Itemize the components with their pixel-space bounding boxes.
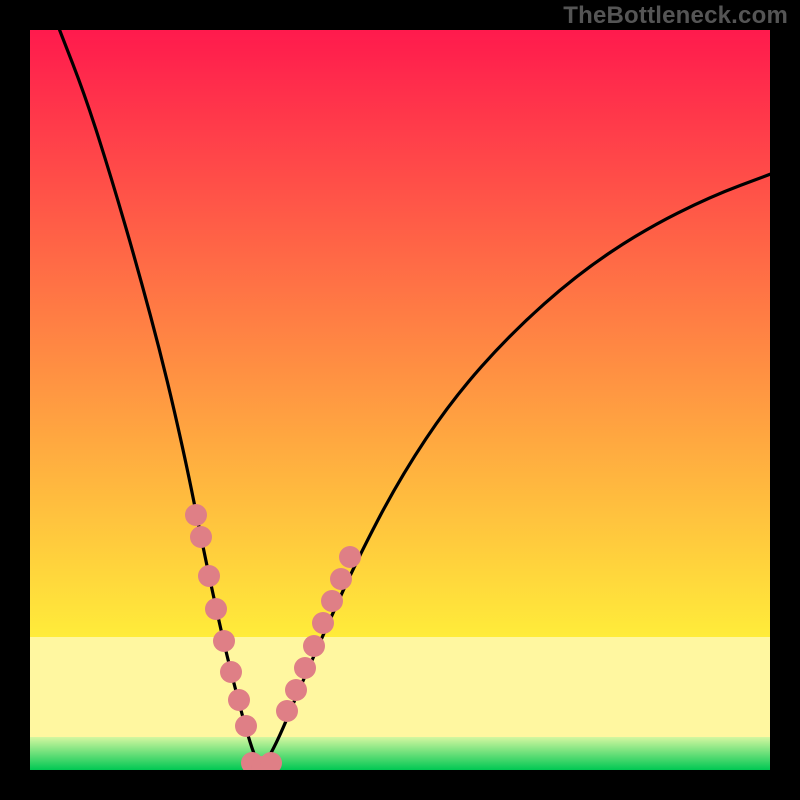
data-point [190, 526, 212, 548]
attribution-text: TheBottleneck.com [563, 2, 788, 30]
data-point [285, 679, 307, 701]
curve-curve-left [60, 30, 262, 770]
data-point [276, 700, 298, 722]
data-point [235, 715, 257, 737]
data-point [213, 630, 235, 652]
data-point [220, 661, 242, 683]
curve-svg [30, 30, 770, 770]
data-point [260, 752, 282, 770]
data-point [321, 590, 343, 612]
curve-curve-right [262, 174, 770, 770]
data-point [294, 657, 316, 679]
data-point [198, 565, 220, 587]
data-point [303, 635, 325, 657]
data-point [339, 546, 361, 568]
data-point [312, 612, 334, 634]
data-point [205, 598, 227, 620]
data-point [330, 568, 352, 590]
data-point [228, 689, 250, 711]
plot-area [30, 30, 770, 770]
data-point [185, 504, 207, 526]
